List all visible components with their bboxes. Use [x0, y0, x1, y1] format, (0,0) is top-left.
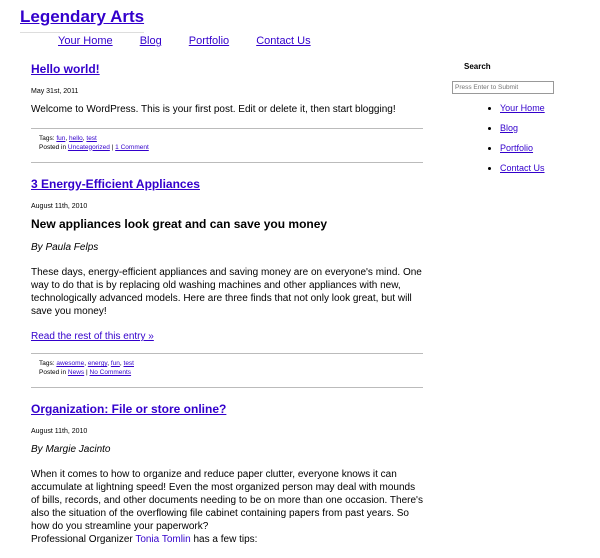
post-subtitle: New appliances look great and can save y… — [31, 217, 328, 231]
read-more-link[interactable]: Read the rest of this entry » — [31, 331, 154, 342]
sidebar-link-blog[interactable]: Blog — [500, 123, 518, 133]
paragraph-text: When it comes to how to organize and red… — [31, 469, 423, 532]
post-date: August 11th, 2010 — [31, 203, 88, 210]
search-input[interactable] — [452, 81, 554, 94]
tag-link[interactable]: energy — [88, 360, 107, 367]
comments-link[interactable]: No Comments — [90, 369, 132, 376]
nav-blog[interactable]: Blog — [140, 35, 162, 47]
sidebar-item: Portfolio — [500, 143, 572, 153]
sidebar-link-contact-us[interactable]: Contact Us — [500, 163, 545, 173]
post-paragraph: Welcome to WordPress. This is your first… — [31, 104, 396, 115]
post-meta: Tags: fun, hello, test Posted in Uncateg… — [31, 128, 423, 163]
tag-link[interactable]: fun — [56, 135, 65, 142]
meta-separator: | — [111, 143, 114, 151]
post-title[interactable]: Organization: File or store online? — [31, 402, 226, 416]
sidebar-item: Contact Us — [500, 163, 572, 173]
post-body: Welcome to WordPress. This is your first… — [31, 103, 423, 116]
post-category: Posted in News | No Comments — [39, 369, 415, 378]
tag-link[interactable]: awesome — [56, 360, 84, 367]
post-body: New appliances look great and can save y… — [31, 218, 423, 343]
post-energy-appliances: 3 Energy-Efficient Appliances August 11t… — [31, 175, 423, 388]
post-date: August 11th, 2010 — [31, 428, 88, 435]
top-navigation: Your Home Blog Portfolio Contact Us — [58, 35, 335, 47]
paragraph-text: Professional Organizer — [31, 534, 136, 545]
tags-label: Tags: — [39, 360, 55, 367]
post-category: Posted in Uncategorized | 1 Comment — [39, 144, 415, 153]
site-title[interactable]: Legendary Arts — [20, 7, 145, 33]
post-body: By Margie Jacinto When it comes to how t… — [31, 443, 423, 546]
nav-your-home[interactable]: Your Home — [58, 35, 113, 47]
sidebar-links: Your Home Blog Portfolio Contact Us — [452, 103, 572, 173]
post-meta: Tags: awesome, energy, fun, test Posted … — [31, 353, 423, 388]
tag-link[interactable]: fun — [111, 360, 120, 367]
paragraph-text: has a few tips: — [190, 534, 258, 545]
tag-link[interactable]: test — [86, 135, 96, 142]
tags-label: Tags: — [39, 135, 55, 142]
post-tags: Tags: fun, hello, test — [39, 135, 97, 142]
post-byline: By Paula Felps — [31, 242, 99, 253]
sidebar-link-your-home[interactable]: Your Home — [500, 103, 545, 113]
sidebar-link-portfolio[interactable]: Portfolio — [500, 143, 533, 153]
organizer-link[interactable]: Tonia Tomlin — [135, 534, 190, 545]
comments-link[interactable]: 1 Comment — [115, 144, 149, 151]
post-paragraph: When it comes to how to organize and red… — [31, 468, 423, 546]
posted-in-label: Posted in — [39, 368, 67, 376]
post-organization: Organization: File or store online? Augu… — [31, 400, 423, 546]
nav-portfolio[interactable]: Portfolio — [189, 35, 229, 47]
post-hello-world: Hello world! May 31st, 2011 Welcome to W… — [31, 60, 423, 163]
post-title[interactable]: Hello world! — [31, 62, 100, 76]
post-byline: By Margie Jacinto — [31, 444, 111, 455]
sidebar: Search Your Home Blog Portfolio Contact … — [452, 62, 572, 183]
post-date: May 31st, 2011 — [31, 88, 79, 95]
tag-link[interactable]: hello — [69, 135, 83, 142]
category-link[interactable]: Uncategorized — [68, 144, 110, 151]
tag-link[interactable]: test — [124, 360, 134, 367]
meta-separator: | — [86, 368, 88, 376]
main-content: Hello world! May 31st, 2011 Welcome to W… — [31, 60, 423, 558]
sidebar-item: Your Home — [500, 103, 572, 113]
post-title[interactable]: 3 Energy-Efficient Appliances — [31, 177, 200, 191]
post-tags: Tags: awesome, energy, fun, test — [39, 360, 134, 367]
search-heading: Search — [464, 62, 491, 71]
nav-contact-us[interactable]: Contact Us — [256, 35, 310, 47]
category-link[interactable]: News — [68, 369, 84, 376]
sidebar-item: Blog — [500, 123, 572, 133]
posted-in-label: Posted in — [39, 143, 67, 151]
post-paragraph: These days, energy-efficient appliances … — [31, 267, 422, 317]
